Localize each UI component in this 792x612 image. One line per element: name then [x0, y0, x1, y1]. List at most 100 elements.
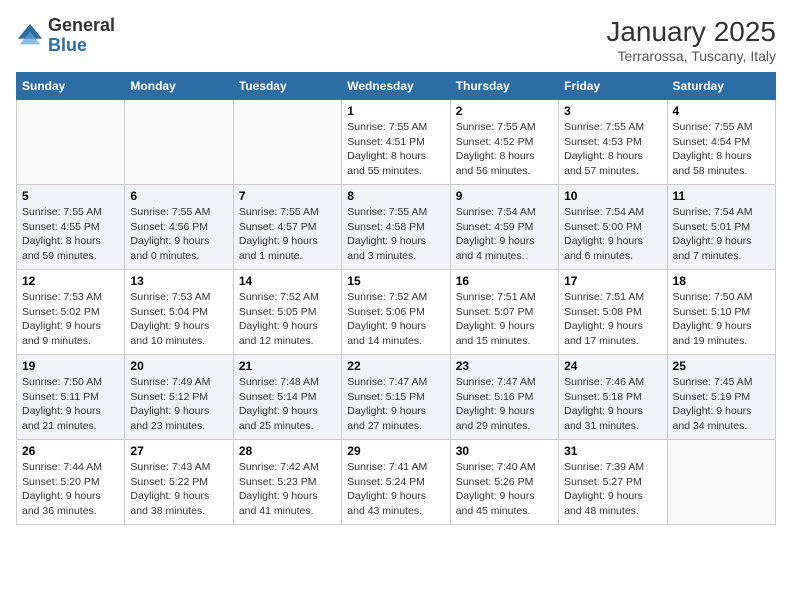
calendar-cell: 13Sunrise: 7:53 AM Sunset: 5:04 PM Dayli… — [125, 270, 233, 355]
day-number: 15 — [347, 274, 444, 288]
day-info: Sunrise: 7:55 AM Sunset: 4:53 PM Dayligh… — [564, 120, 661, 179]
calendar-week-row: 1Sunrise: 7:55 AM Sunset: 4:51 PM Daylig… — [17, 100, 776, 185]
calendar-cell: 7Sunrise: 7:55 AM Sunset: 4:57 PM Daylig… — [233, 185, 341, 270]
day-info: Sunrise: 7:55 AM Sunset: 4:57 PM Dayligh… — [239, 205, 336, 264]
day-number: 17 — [564, 274, 661, 288]
day-number: 4 — [673, 104, 770, 118]
title-block: January 2025 Terrarossa, Tuscany, Italy — [606, 16, 776, 64]
weekday-header: Thursday — [450, 73, 558, 100]
calendar-cell: 30 Sunrise: 7:40 AM Sunset: 5:26 PM Dayli… — [450, 440, 558, 525]
calendar-table: SundayMondayTuesdayWednesdayThursdayFrid… — [16, 72, 776, 525]
calendar-cell: 29 Sunrise: 7:41 AM Sunset: 5:24 PM Dayli… — [342, 440, 450, 525]
day-number: 12 — [22, 274, 119, 288]
weekday-header: Saturday — [667, 73, 775, 100]
page-header: General Blue January 2025 Terrarossa, Tu… — [16, 16, 776, 64]
calendar-week-row: 26 Sunrise: 7:44 AM Sunset: 5:20 PM Dayli… — [17, 440, 776, 525]
day-number: 31 — [564, 444, 661, 458]
day-info: Sunrise: 7:54 AM Sunset: 4:59 PM Dayligh… — [456, 205, 553, 264]
day-number: 16 — [456, 274, 553, 288]
day-number: 6 — [130, 189, 227, 203]
day-number: 27 — [130, 444, 227, 458]
calendar-cell: 3 Sunrise: 7:55 AM Sunset: 4:53 PM Daylig… — [559, 100, 667, 185]
calendar-cell: 8 Sunrise: 7:55 AM Sunset: 4:58 PM Daylig… — [342, 185, 450, 270]
calendar-cell: 28 Sunrise: 7:42 AM Sunset: 5:23 PM Dayli… — [233, 440, 341, 525]
calendar-week-row: 19 Sunrise: 7:50 AM Sunset: 5:11 PM Dayli… — [17, 355, 776, 440]
calendar-cell: 26 Sunrise: 7:44 AM Sunset: 5:20 PM Dayli… — [17, 440, 125, 525]
day-info: Sunrise: 7:44 AM Sunset: 5:20 PM Dayligh… — [22, 460, 119, 519]
calendar-cell: 31 Sunrise: 7:39 AM Sunset: 5:27 PM Dayli… — [559, 440, 667, 525]
day-number: 2 — [456, 104, 553, 118]
calendar-cell — [125, 100, 233, 185]
day-info: Sunrise: 7:39 AM Sunset: 5:27 PM Dayligh… — [564, 460, 661, 519]
calendar-cell: 14 Sunrise: 7:52 AM Sunset: 5:05 PM Dayli… — [233, 270, 341, 355]
logo-icon — [16, 22, 44, 50]
weekday-header: Friday — [559, 73, 667, 100]
day-info: Sunrise: 7:42 AM Sunset: 5:23 PM Dayligh… — [239, 460, 336, 519]
day-info: Sunrise: 7:41 AM Sunset: 5:24 PM Dayligh… — [347, 460, 444, 519]
calendar-cell: 16 Sunrise: 7:51 AM Sunset: 5:07 PM Dayli… — [450, 270, 558, 355]
day-number: 26 — [22, 444, 119, 458]
day-info: Sunrise: 7:46 AM Sunset: 5:18 PM Dayligh… — [564, 375, 661, 434]
calendar-cell — [17, 100, 125, 185]
day-number: 28 — [239, 444, 336, 458]
day-info: Sunrise: 7:55 AM Sunset: 4:58 PM Dayligh… — [347, 205, 444, 264]
calendar-cell: 11 Sunrise: 7:54 AM Sunset: 5:01 PM Dayli… — [667, 185, 775, 270]
calendar-cell: 10Sunrise: 7:54 AM Sunset: 5:00 PM Dayli… — [559, 185, 667, 270]
day-number: 30 — [456, 444, 553, 458]
calendar-cell: 1Sunrise: 7:55 AM Sunset: 4:51 PM Daylig… — [342, 100, 450, 185]
day-info: Sunrise: 7:51 AM Sunset: 5:07 PM Dayligh… — [456, 290, 553, 349]
day-number: 23 — [456, 359, 553, 373]
weekday-header: Sunday — [17, 73, 125, 100]
day-info: Sunrise: 7:51 AM Sunset: 5:08 PM Dayligh… — [564, 290, 661, 349]
day-number: 14 — [239, 274, 336, 288]
calendar-week-row: 5 Sunrise: 7:55 AM Sunset: 4:55 PM Daylig… — [17, 185, 776, 270]
day-info: Sunrise: 7:47 AM Sunset: 5:15 PM Dayligh… — [347, 375, 444, 434]
day-info: Sunrise: 7:50 AM Sunset: 5:10 PM Dayligh… — [673, 290, 770, 349]
day-info: Sunrise: 7:55 AM Sunset: 4:56 PM Dayligh… — [130, 205, 227, 264]
calendar-cell: 23 Sunrise: 7:47 AM Sunset: 5:16 PM Dayli… — [450, 355, 558, 440]
weekday-header: Tuesday — [233, 73, 341, 100]
day-info: Sunrise: 7:40 AM Sunset: 5:26 PM Dayligh… — [456, 460, 553, 519]
calendar-cell: 15 Sunrise: 7:52 AM Sunset: 5:06 PM Dayli… — [342, 270, 450, 355]
calendar-cell: 21Sunrise: 7:48 AM Sunset: 5:14 PM Dayli… — [233, 355, 341, 440]
day-number: 19 — [22, 359, 119, 373]
logo-general-text: General — [48, 15, 115, 35]
day-number: 10 — [564, 189, 661, 203]
calendar-cell: 2 Sunrise: 7:55 AM Sunset: 4:52 PM Daylig… — [450, 100, 558, 185]
logo-blue-text: Blue — [48, 35, 87, 55]
calendar-cell: 6 Sunrise: 7:55 AM Sunset: 4:56 PM Daylig… — [125, 185, 233, 270]
day-number: 8 — [347, 189, 444, 203]
day-info: Sunrise: 7:47 AM Sunset: 5:16 PM Dayligh… — [456, 375, 553, 434]
day-info: Sunrise: 7:55 AM Sunset: 4:55 PM Dayligh… — [22, 205, 119, 264]
location-text: Terrarossa, Tuscany, Italy — [606, 48, 776, 64]
day-number: 25 — [673, 359, 770, 373]
day-info: Sunrise: 7:45 AM Sunset: 5:19 PM Dayligh… — [673, 375, 770, 434]
calendar-cell: 25 Sunrise: 7:45 AM Sunset: 5:19 PM Dayli… — [667, 355, 775, 440]
day-number: 11 — [673, 189, 770, 203]
calendar-cell: 27 Sunrise: 7:43 AM Sunset: 5:22 PM Dayli… — [125, 440, 233, 525]
month-title: January 2025 — [606, 16, 776, 48]
day-info: Sunrise: 7:50 AM Sunset: 5:11 PM Dayligh… — [22, 375, 119, 434]
day-number: 5 — [22, 189, 119, 203]
calendar-cell: 20Sunrise: 7:49 AM Sunset: 5:12 PM Dayli… — [125, 355, 233, 440]
day-info: Sunrise: 7:43 AM Sunset: 5:22 PM Dayligh… — [130, 460, 227, 519]
day-number: 18 — [673, 274, 770, 288]
day-number: 24 — [564, 359, 661, 373]
day-info: Sunrise: 7:52 AM Sunset: 5:05 PM Dayligh… — [239, 290, 336, 349]
calendar-header-row: SundayMondayTuesdayWednesdayThursdayFrid… — [17, 73, 776, 100]
calendar-cell: 17 Sunrise: 7:51 AM Sunset: 5:08 PM Dayli… — [559, 270, 667, 355]
calendar-cell: 4Sunrise: 7:55 AM Sunset: 4:54 PM Daylig… — [667, 100, 775, 185]
day-info: Sunrise: 7:52 AM Sunset: 5:06 PM Dayligh… — [347, 290, 444, 349]
day-number: 29 — [347, 444, 444, 458]
day-number: 3 — [564, 104, 661, 118]
day-number: 1 — [347, 104, 444, 118]
day-number: 20 — [130, 359, 227, 373]
day-info: Sunrise: 7:55 AM Sunset: 4:52 PM Dayligh… — [456, 120, 553, 179]
day-info: Sunrise: 7:54 AM Sunset: 5:01 PM Dayligh… — [673, 205, 770, 264]
calendar-cell: 5 Sunrise: 7:55 AM Sunset: 4:55 PM Daylig… — [17, 185, 125, 270]
day-number: 9 — [456, 189, 553, 203]
calendar-cell: 12Sunrise: 7:53 AM Sunset: 5:02 PM Dayli… — [17, 270, 125, 355]
calendar-cell: 9 Sunrise: 7:54 AM Sunset: 4:59 PM Daylig… — [450, 185, 558, 270]
weekday-header: Wednesday — [342, 73, 450, 100]
day-number: 21 — [239, 359, 336, 373]
